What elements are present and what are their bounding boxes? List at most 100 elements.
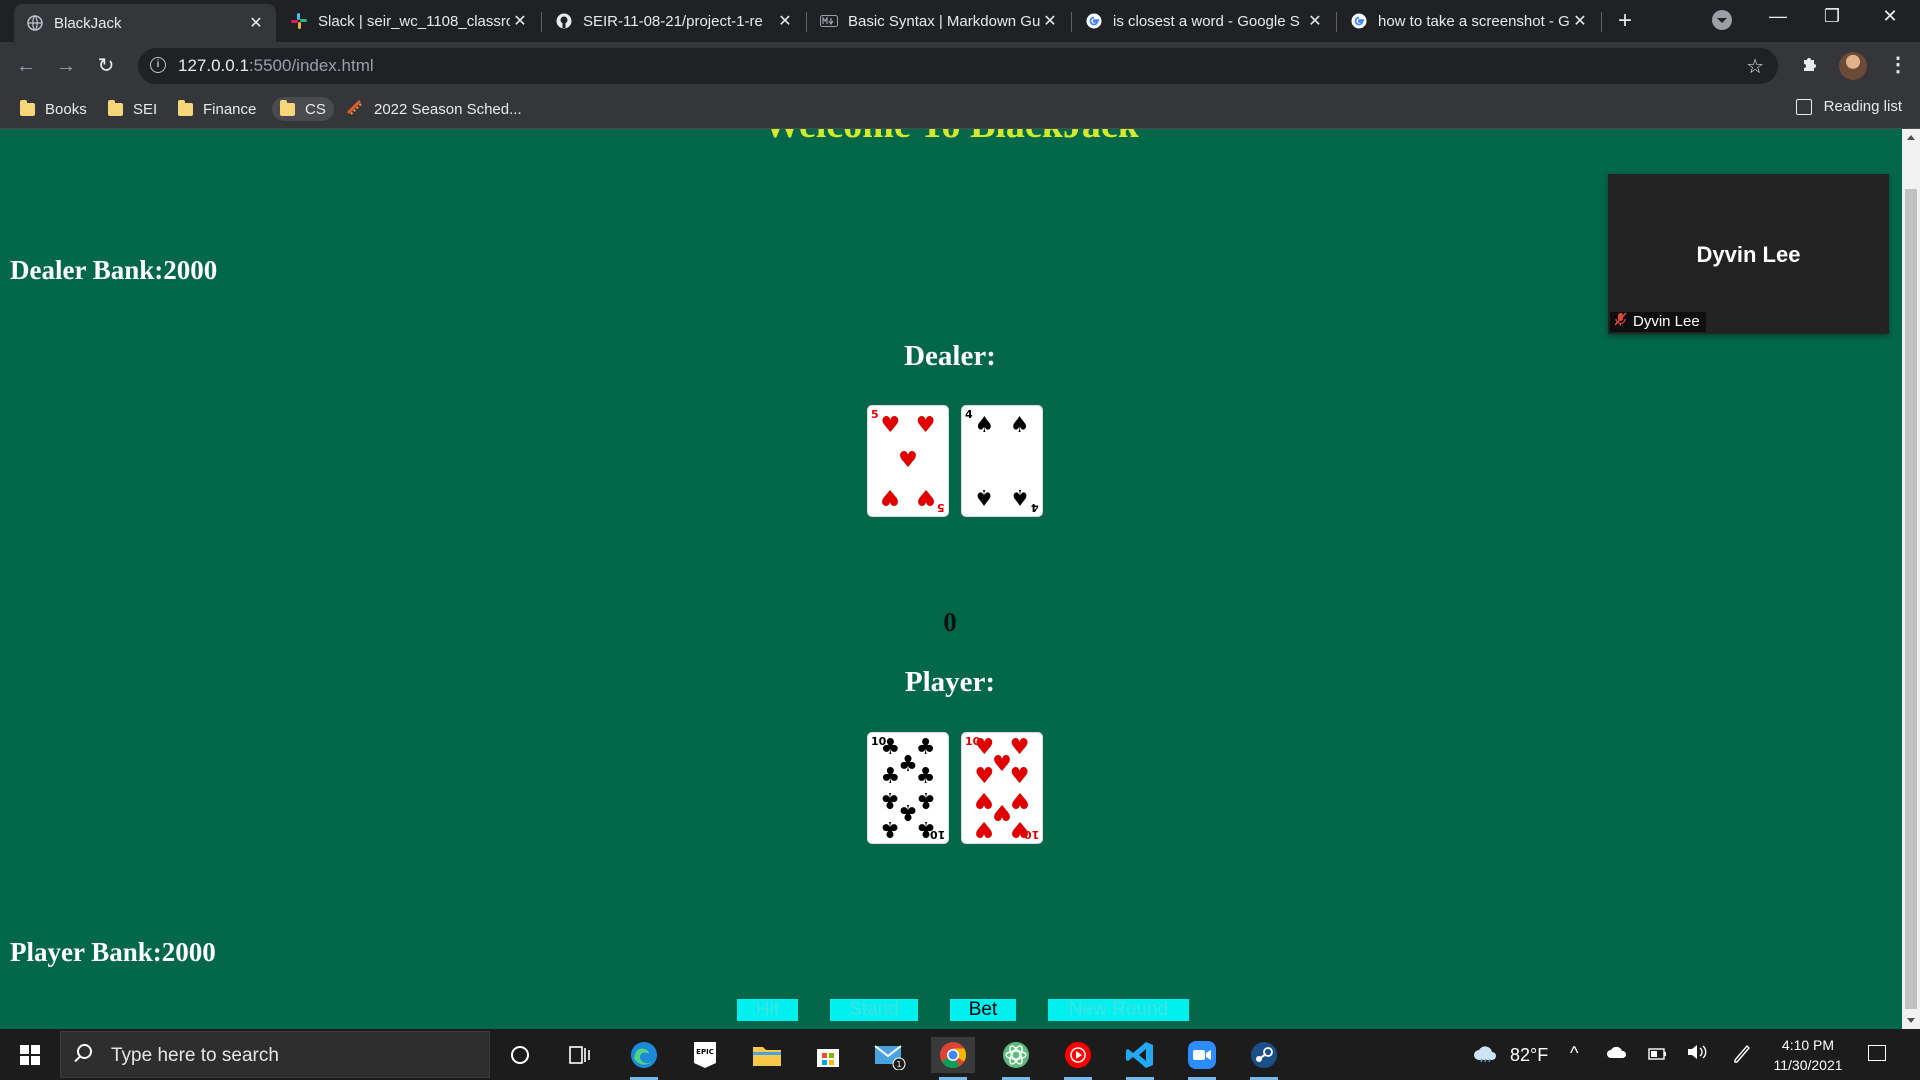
weather-temperature[interactable]: 82°F <box>1510 1045 1548 1066</box>
mic-off-icon <box>1614 312 1627 332</box>
tab-search-button[interactable] <box>1712 10 1732 30</box>
page-title: Welcome To BlackJack <box>0 129 1902 147</box>
extensions-puzzle-icon[interactable] <box>1800 54 1820 80</box>
windows-taskbar: Type here to search EPIC 1 82°F ^ 4:10 P… <box>0 1029 1920 1080</box>
task-view-icon[interactable] <box>558 1037 602 1073</box>
close-tab-icon[interactable]: ✕ <box>246 13 266 33</box>
card-rank-corner: 5 <box>937 501 945 514</box>
restore-button[interactable]: ❐ <box>1812 6 1852 27</box>
dealer-bank: Dealer Bank:2000 <box>10 255 218 285</box>
close-tab-icon[interactable]: ✕ <box>510 11 530 31</box>
reading-list-button[interactable]: Reading list <box>1795 98 1902 115</box>
bookmark-star-icon[interactable]: ☆ <box>1746 54 1764 79</box>
close-tab-icon[interactable]: ✕ <box>1570 11 1590 31</box>
tab-separator <box>541 12 542 32</box>
site-info-icon[interactable]: i <box>150 57 166 73</box>
edge-icon[interactable] <box>622 1037 666 1080</box>
new-round-button[interactable]: New Round <box>1048 999 1189 1021</box>
close-tab-icon[interactable]: ✕ <box>775 11 795 31</box>
mail-icon[interactable]: 1 <box>868 1037 912 1073</box>
playing-card: 4 4 ♠ ♠ ♠ ♠ <box>962 406 1042 516</box>
onedrive-cloud-icon[interactable] <box>1606 1043 1628 1064</box>
search-icon <box>77 1044 92 1059</box>
scroll-down-arrow[interactable] <box>1907 1018 1915 1023</box>
tab-google-search-1[interactable]: is closest a word - Google S ✕ <box>1073 4 1335 38</box>
youtube-music-icon[interactable] <box>1056 1037 1100 1080</box>
back-button[interactable]: ← <box>14 54 38 78</box>
new-tab-button[interactable]: + <box>1612 8 1638 34</box>
cortana-icon[interactable] <box>498 1037 542 1073</box>
close-tab-icon[interactable]: ✕ <box>1305 11 1325 31</box>
ticket-icon <box>346 99 364 119</box>
folder-icon <box>178 99 193 116</box>
hearts-pip-icon: ♥ <box>898 448 918 473</box>
hearts-pip-icon: ♥ <box>880 484 901 510</box>
clubs-pip-icon: ♣ <box>915 815 936 841</box>
spades-pip-icon: ♠ <box>1009 484 1030 510</box>
stand-button[interactable]: Stand <box>830 999 918 1021</box>
bookmark-sei[interactable]: SEI <box>100 97 165 121</box>
page-scrollbar[interactable] <box>1902 129 1920 1029</box>
scrollbar-thumb[interactable] <box>1905 189 1917 1009</box>
reload-button[interactable]: ↻ <box>94 54 118 78</box>
browser-tab-bar: BlackJack ✕ Slack | seir_wc_1108_classro… <box>0 0 1920 42</box>
hearts-pip-icon: ♥ <box>915 484 936 510</box>
mail-badge: 1 <box>896 1060 901 1069</box>
show-hidden-icons-chevron-icon[interactable]: ^ <box>1570 1043 1578 1064</box>
bet-button[interactable]: Bet <box>950 999 1016 1021</box>
bookmark-finance[interactable]: Finance <box>170 97 264 121</box>
playing-card: 5 5 ♥ ♥ ♥ ♥ ♥ <box>868 406 948 516</box>
weather-cloud-icon[interactable] <box>1472 1043 1498 1068</box>
chrome-menu-icon[interactable]: ⋮ <box>1888 52 1908 77</box>
microsoft-store-icon[interactable] <box>806 1037 850 1073</box>
tab-slack[interactable]: Slack | seir_wc_1108_classro ✕ <box>278 4 540 38</box>
card-rank-corner: 5 <box>871 408 879 421</box>
hand-score: 0 <box>943 607 957 637</box>
minimize-button[interactable]: — <box>1758 6 1798 27</box>
vscode-icon[interactable] <box>1118 1037 1162 1080</box>
tab-separator <box>806 12 807 32</box>
participant-name: Dyvin Lee <box>1696 242 1801 267</box>
tab-markdown[interactable]: Basic Syntax | Markdown Gu ✕ <box>808 4 1070 38</box>
tab-separator <box>1601 12 1602 32</box>
playing-card: 10 10 ♣ ♣ ♣ ♣ ♣ ♣ ♣ ♣ ♣ ♣ <box>868 733 948 843</box>
hearts-pip-icon: ♥ <box>1009 764 1030 789</box>
bookmark-cs[interactable]: CS <box>272 97 334 121</box>
tab-google-search-2[interactable]: how to take a screenshot - G ✕ <box>1338 4 1600 38</box>
bookmark-books[interactable]: Books <box>12 97 95 121</box>
profile-avatar[interactable] <box>1839 52 1867 80</box>
folder-icon <box>108 99 123 116</box>
markdown-icon <box>820 12 838 30</box>
scroll-up-arrow[interactable] <box>1907 135 1915 140</box>
slack-icon <box>290 12 308 30</box>
epic-games-icon[interactable]: EPIC <box>683 1037 727 1073</box>
steam-icon[interactable] <box>1242 1037 1286 1080</box>
video-call-tile[interactable]: Dyvin Lee Dyvin Lee <box>1608 174 1889 334</box>
close-tab-icon[interactable]: ✕ <box>1040 11 1060 31</box>
bookmark-season-schedule[interactable]: 2022 Season Sched... <box>338 97 530 121</box>
atom-app-icon[interactable] <box>994 1037 1038 1080</box>
folder-icon <box>280 99 295 116</box>
browser-toolbar: ← → ↻ i 127.0.0.1:5500/index.html ☆ ⋮ <box>0 42 1920 90</box>
windows-start-icon[interactable] <box>20 1045 40 1065</box>
tab-blackjack[interactable]: BlackJack ✕ <box>14 4 276 42</box>
taskbar-search-box[interactable]: Type here to search <box>60 1031 490 1078</box>
tab-separator <box>1336 12 1337 32</box>
address-bar[interactable]: i 127.0.0.1:5500/index.html ☆ <box>138 48 1778 84</box>
clubs-pip-icon: ♣ <box>880 815 901 841</box>
chrome-icon[interactable] <box>931 1037 975 1080</box>
playing-card: 10 10 ♥ ♥ ♥ ♥ ♥ ♥ ♥ ♥ ♥ ♥ <box>962 733 1042 843</box>
globe-icon <box>26 14 44 32</box>
zoom-icon[interactable] <box>1180 1037 1224 1080</box>
volume-icon[interactable] <box>1686 1043 1708 1066</box>
file-explorer-icon[interactable] <box>745 1037 789 1073</box>
hit-button[interactable]: Hit <box>737 999 798 1021</box>
forward-button[interactable]: → <box>54 54 78 78</box>
spades-pip-icon: ♠ <box>974 484 995 510</box>
pen-workspace-icon[interactable] <box>1732 1043 1752 1068</box>
battery-icon[interactable] <box>1648 1045 1668 1066</box>
tab-github[interactable]: SEIR-11-08-21/project-1-re ✕ <box>543 4 805 38</box>
close-window-button[interactable]: ✕ <box>1870 6 1910 27</box>
taskbar-clock[interactable]: 4:10 PM 11/30/2021 <box>1770 1035 1846 1075</box>
notification-center-icon[interactable] <box>1868 1045 1886 1061</box>
